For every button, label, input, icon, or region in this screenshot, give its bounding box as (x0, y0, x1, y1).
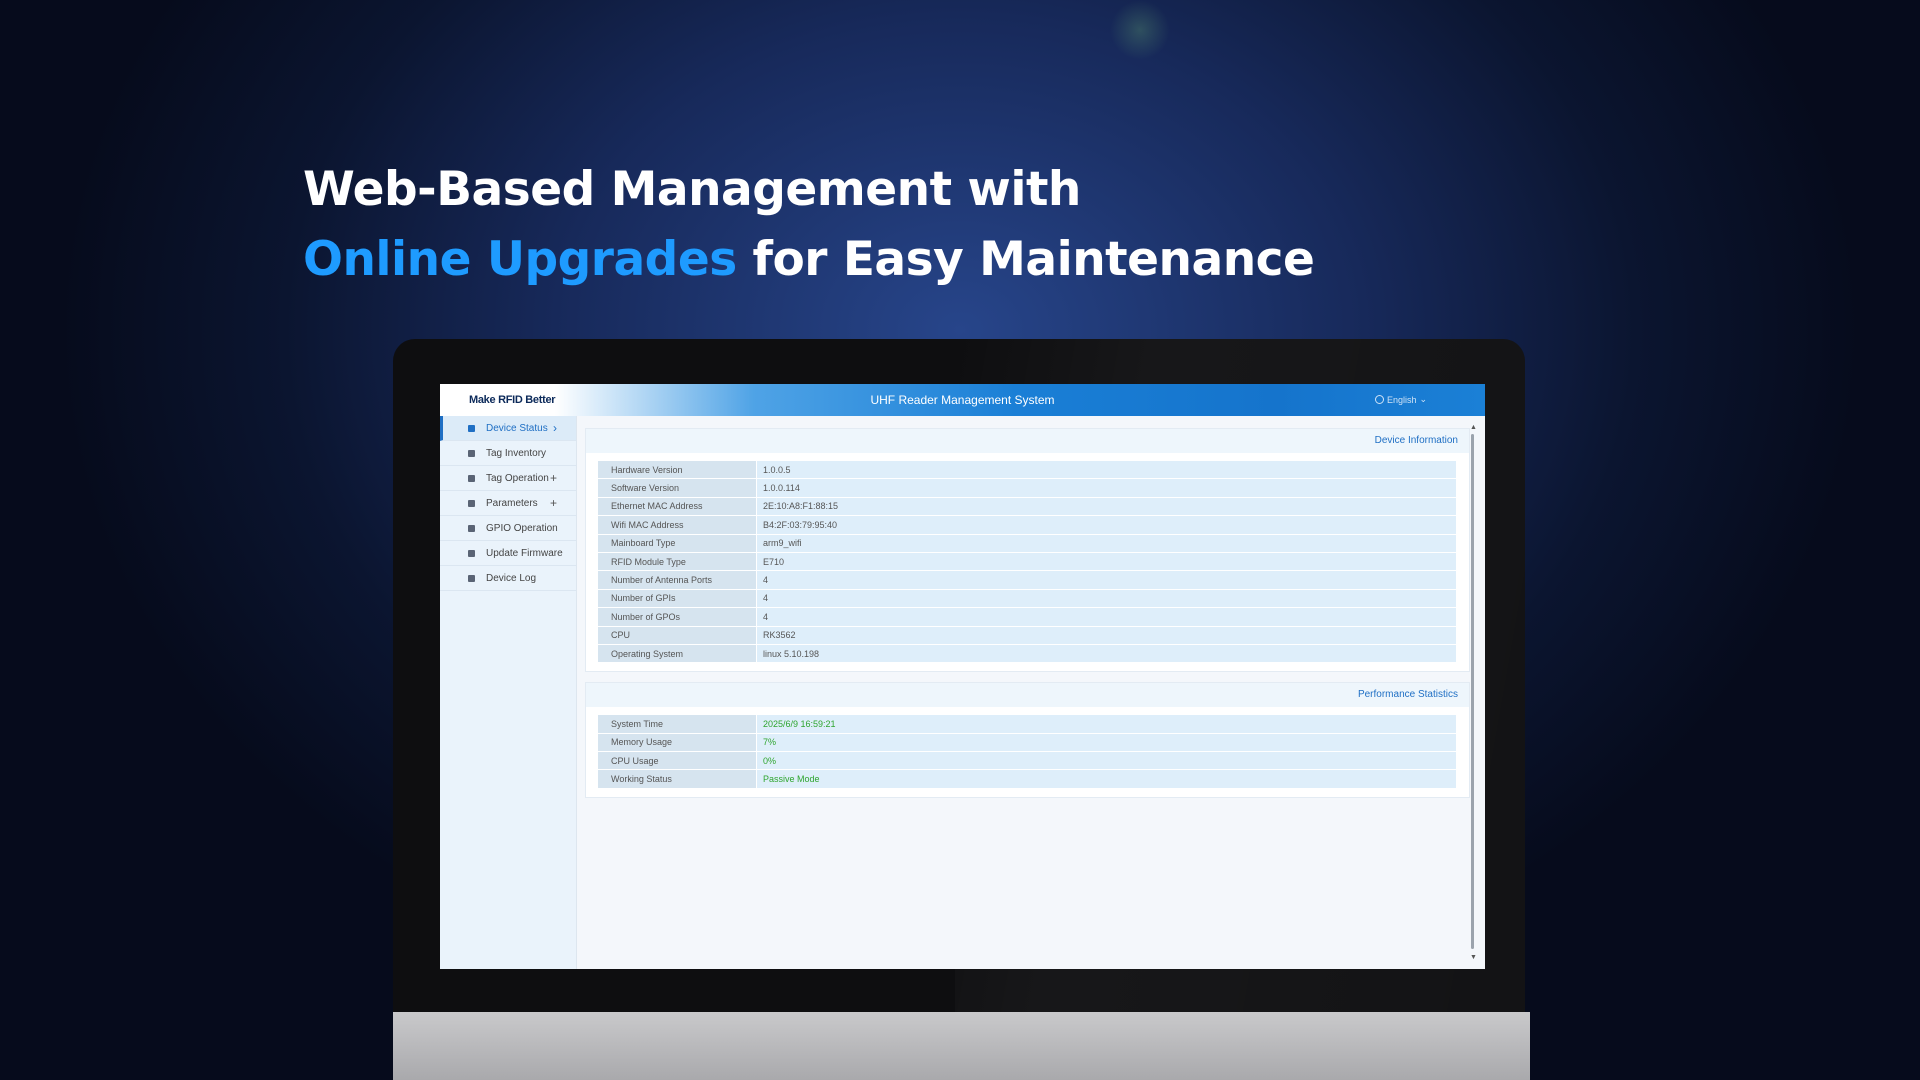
tag-operation-icon (468, 474, 475, 482)
table-row: Number of GPIs 4 (598, 589, 1456, 609)
row-label: Hardware Version (598, 461, 757, 479)
row-value: 0% (757, 752, 1456, 770)
row-value: E710 (757, 552, 1456, 571)
row-label: CPU (598, 626, 757, 644)
gear-icon (468, 499, 475, 507)
expand-plus-icon[interactable]: + (550, 496, 557, 510)
sidebar-item-tag-inventory[interactable]: Tag Inventory (440, 441, 576, 466)
table-row: Software Version 1.0.0.114 (598, 479, 1456, 498)
row-value: 2025/6/9 16:59:21 (757, 715, 1456, 733)
scroll-down-icon[interactable]: ▼ (1470, 954, 1477, 961)
sidebar-item-device-status[interactable]: Device Status › (440, 416, 576, 441)
sidebar-item-label: Tag Operation (486, 472, 549, 484)
row-label: Memory Usage (598, 733, 757, 752)
row-value: Passive Mode (757, 770, 1456, 788)
table-row: Mainboard Type arm9_wifi (598, 534, 1456, 553)
performance-statistics-panel: Performance Statistics System Time 2025/6… (585, 682, 1470, 798)
sidebar-item-parameters[interactable]: Parameters + (440, 491, 576, 516)
scroll-up-icon[interactable]: ▲ (1470, 424, 1477, 431)
table-row: Number of Antenna Ports 4 (598, 571, 1456, 590)
expand-plus-icon[interactable]: + (550, 471, 557, 485)
row-value: linux 5.10.198 (757, 644, 1456, 663)
language-label: English (1387, 394, 1417, 405)
row-value: 1.0.0.114 (757, 479, 1456, 497)
row-value: arm9_wifi (757, 534, 1456, 552)
row-label: RFID Module Type (598, 552, 757, 571)
row-label: System Time (598, 715, 757, 733)
sidebar-item-tag-operation[interactable]: Tag Operation + (440, 466, 576, 491)
gpio-icon (468, 524, 475, 532)
sidebar: Device Status › Tag Inventory Tag Operat… (440, 416, 577, 969)
row-label: Wifi MAC Address (598, 516, 757, 534)
vertical-scrollbar[interactable]: ▲ ▼ (1468, 424, 1478, 961)
table-row: Operating System linux 5.10.198 (598, 644, 1456, 664)
language-selector[interactable]: English ⌄ (1375, 394, 1427, 405)
table-row: Number of GPOs 4 (598, 608, 1456, 627)
row-label: Working Status (598, 770, 757, 788)
table-row: Hardware Version 1.0.0.5 (598, 461, 1456, 480)
row-label: Number of GPOs (598, 608, 757, 626)
row-value: RK3562 (757, 626, 1456, 644)
table-row: RFID Module Type E710 (598, 552, 1456, 572)
device-status-icon (468, 424, 475, 432)
row-label: CPU Usage (598, 752, 757, 770)
chevron-down-icon: ⌄ (1419, 394, 1428, 404)
table-row: Ethernet MAC Address 2E:10:A8:F1:88:15 (598, 497, 1456, 517)
row-label: Software Version (598, 479, 757, 497)
sidebar-item-label: Parameters (486, 497, 538, 509)
sidebar-item-device-log[interactable]: Device Log (440, 566, 576, 591)
sidebar-item-label: Device Status (486, 422, 548, 434)
table-row: Working Status Passive Mode (598, 770, 1456, 789)
inventory-icon (468, 449, 475, 457)
panel-title: Device Information (1374, 435, 1458, 446)
row-label: Mainboard Type (598, 534, 757, 552)
row-value: 1.0.0.5 (757, 461, 1456, 479)
row-value: 4 (757, 571, 1456, 589)
main-content: Device Information Hardware Version 1.0.0… (585, 428, 1470, 808)
scrollbar-thumb[interactable] (1471, 434, 1474, 949)
table-row: Wifi MAC Address B4:2F:03:79:95:40 (598, 516, 1456, 535)
sidebar-item-label: Tag Inventory (486, 447, 547, 459)
background-glow (1110, 0, 1170, 60)
row-value: B4:2F:03:79:95:40 (757, 516, 1456, 534)
sidebar-item-update-firmware[interactable]: Update Firmware (440, 541, 576, 566)
sidebar-item-label: Device Log (486, 572, 537, 584)
row-label: Number of GPIs (598, 589, 757, 608)
globe-icon (1375, 395, 1384, 404)
table-row: System Time 2025/6/9 16:59:21 (598, 715, 1456, 734)
sidebar-item-label: Update Firmware (486, 547, 563, 559)
device-information-table: Hardware Version 1.0.0.5 Software Version 1… (586, 453, 1469, 671)
table-row: Memory Usage 7% (598, 733, 1456, 753)
sidebar-item-gpio-operation[interactable]: GPIO Operation (440, 516, 576, 541)
device-information-panel: Device Information Hardware Version 1.0.0… (585, 428, 1470, 673)
monitor-chin (393, 1012, 1530, 1080)
headline-line-2: Online Upgrades for Easy Maintenance (303, 225, 1315, 295)
chevron-right-icon: › (553, 421, 557, 435)
row-value: 4 (757, 608, 1456, 626)
panel-title: Performance Statistics (1357, 689, 1458, 701)
row-value: 7% (757, 733, 1456, 752)
firmware-icon (468, 549, 475, 557)
headline-line-1: Web-Based Management with (303, 162, 1081, 217)
row-label: Ethernet MAC Address (598, 497, 757, 516)
headline: Web-Based Management with Online Upgrade… (303, 155, 1315, 295)
performance-statistics-table: System Time 2025/6/9 16:59:21 Memory Usage… (586, 707, 1469, 797)
app-header: Make RFID Better UHF Reader Management S… (440, 384, 1485, 416)
app-title: UHF Reader Management System (870, 393, 1055, 407)
row-label: Number of Antenna Ports (598, 571, 757, 589)
log-icon (468, 574, 475, 582)
row-label: Operating System (598, 644, 757, 663)
table-row: CPU Usage 0% (598, 752, 1456, 771)
headline-rest: for Easy Maintenance (736, 232, 1315, 287)
monitor-screen: Make RFID Better UHF Reader Management S… (440, 384, 1485, 969)
row-value: 2E:10:A8:F1:88:15 (757, 497, 1456, 516)
sidebar-item-label: GPIO Operation (486, 522, 558, 534)
headline-accent: Online Upgrades (303, 232, 737, 287)
row-value: 4 (757, 589, 1456, 608)
table-row: CPU RK3562 (598, 626, 1456, 645)
